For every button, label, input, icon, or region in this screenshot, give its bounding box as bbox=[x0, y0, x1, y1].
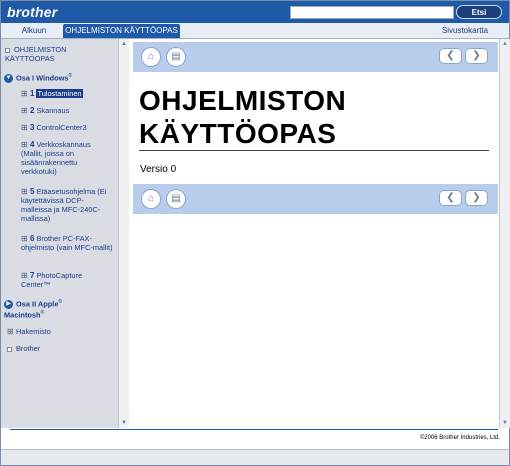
sidebar-item-label: Osa I Windows bbox=[16, 73, 69, 83]
expand-plus-icon: ⊞ bbox=[7, 327, 14, 336]
expand-plus-icon: ⊞ bbox=[21, 89, 28, 98]
home-icon[interactable]: ⌂ bbox=[141, 47, 161, 67]
sidebar-item-part2[interactable]: ▶ Osa II Apple® Macintosh® bbox=[4, 298, 112, 319]
sidebar-item-6[interactable]: ⊞ 6 Brother PC-FAX-ohjelmisto (vain MFC-ma… bbox=[21, 234, 113, 252]
item-number: 3 bbox=[30, 123, 35, 132]
sidebar-item-label: Brother PC-FAX-ohjelmisto (vain MFC-mall… bbox=[21, 234, 113, 252]
sidebar-item-label: ControlCenter3 bbox=[36, 123, 87, 132]
registered-mark: ® bbox=[40, 310, 45, 317]
footer-divider bbox=[10, 429, 498, 430]
sidebar-item-4[interactable]: ⊞ 4 Verkkoskannaus (Mallit, joissa on sisä… bbox=[21, 140, 113, 176]
item-number: 1 bbox=[30, 89, 35, 98]
copyright: ©2006 Brother Industries, Ltd. bbox=[419, 435, 500, 441]
next-page-button[interactable]: ❯ bbox=[465, 190, 488, 206]
search-button[interactable]: Etsi bbox=[456, 5, 502, 19]
item-number: 5 bbox=[30, 187, 35, 196]
sidebar-item-1[interactable]: ⊞ 1 Tulostaminen bbox=[21, 89, 83, 98]
sidebar-item-label: Tulostaminen bbox=[36, 89, 83, 98]
scroll-down-icon[interactable]: ▼ bbox=[502, 420, 508, 426]
search-input[interactable] bbox=[290, 6, 454, 19]
expand-plus-icon: ⊞ bbox=[21, 187, 28, 196]
tab-software-guide[interactable]: OHJELMISTON KÄYTTÖOPAS bbox=[63, 24, 180, 38]
scroll-up-icon[interactable]: ▲ bbox=[502, 41, 508, 47]
main-scrollbar[interactable]: ▲ ▼ bbox=[499, 39, 510, 428]
item-number: 4 bbox=[30, 140, 35, 149]
status-bar bbox=[1, 449, 509, 465]
registered-mark: ® bbox=[58, 299, 63, 305]
scroll-up-icon[interactable]: ▲ bbox=[121, 41, 127, 47]
header-bar: brother Etsi bbox=[1, 1, 509, 23]
previous-page-button[interactable]: ❮ bbox=[439, 48, 462, 64]
expand-plus-icon: ⊞ bbox=[21, 234, 28, 243]
title-divider bbox=[139, 150, 489, 151]
expand-plus-icon: ⊞ bbox=[21, 123, 28, 132]
sidebar-item-root[interactable]: OHJELMISTON KÄYTTÖOPAS bbox=[5, 45, 113, 63]
sidebar-item-5[interactable]: ⊞ 5 Etäasetusohjelma (Ei käytettävissä DCP… bbox=[21, 187, 113, 223]
sidebar-item-7[interactable]: ⊞ 7 PhotoCapture Center™ bbox=[21, 271, 113, 289]
sidebar-item-brother[interactable]: Brother bbox=[7, 344, 40, 353]
scroll-down-icon[interactable]: ▼ bbox=[121, 420, 127, 426]
tab-home[interactable]: Alkuun bbox=[9, 24, 59, 38]
expand-plus-icon: ⊞ bbox=[21, 271, 28, 280]
next-page-button[interactable]: ❯ bbox=[465, 48, 488, 64]
sidebar-item-label: Osa II Apple bbox=[16, 299, 59, 309]
item-number: 7 bbox=[30, 271, 35, 280]
tab-sitemap[interactable]: Sivustokartta bbox=[425, 24, 505, 38]
home-icon[interactable]: ⌂ bbox=[141, 189, 161, 209]
print-icon[interactable]: ▤ bbox=[166, 47, 186, 67]
version-label: Versio 0 bbox=[140, 164, 177, 175]
registered-mark: ® bbox=[68, 73, 73, 79]
sidebar: OHJELMISTON KÄYTTÖOPAS ▼ Osa I Windows® ⊞… bbox=[1, 39, 119, 428]
sidebar-item-label: Hakemisto bbox=[16, 327, 51, 336]
tab-bar: Alkuun OHJELMISTON KÄYTTÖOPAS Sivustokar… bbox=[1, 23, 509, 39]
sidebar-item-hakemisto[interactable]: ⊞ Hakemisto bbox=[7, 327, 51, 336]
sidebar-item-2[interactable]: ⊞ 2 Skannaus bbox=[21, 106, 69, 115]
sidebar-item-label: Brother bbox=[16, 344, 41, 353]
item-number: 2 bbox=[30, 106, 35, 115]
sidebar-scrollbar[interactable]: ▲ ▼ bbox=[118, 39, 129, 428]
page-icon bbox=[7, 346, 12, 352]
expand-plus-icon: ⊞ bbox=[21, 140, 28, 149]
expand-plus-icon: ⊞ bbox=[21, 106, 28, 115]
collapsed-arrow-icon: ▶ bbox=[4, 300, 13, 310]
previous-page-button[interactable]: ❮ bbox=[439, 190, 462, 206]
sidebar-item-label: OHJELMISTON KÄYTTÖOPAS bbox=[5, 45, 67, 63]
sidebar-item-label: Skannaus bbox=[36, 106, 70, 115]
sidebar-item-label: Macintosh bbox=[4, 310, 41, 320]
expand-arrow-icon: ▼ bbox=[4, 74, 13, 84]
sidebar-item-part1[interactable]: ▼ Osa I Windows® bbox=[4, 72, 73, 84]
page-icon bbox=[5, 47, 10, 53]
item-number: 6 bbox=[30, 234, 35, 243]
sidebar-item-3[interactable]: ⊞ 3 ControlCenter3 bbox=[21, 123, 87, 132]
page-title: OHJELMISTON KÄYTTÖOPAS bbox=[139, 85, 347, 149]
print-icon[interactable]: ▤ bbox=[166, 189, 186, 209]
brother-logo: brother bbox=[7, 4, 58, 20]
